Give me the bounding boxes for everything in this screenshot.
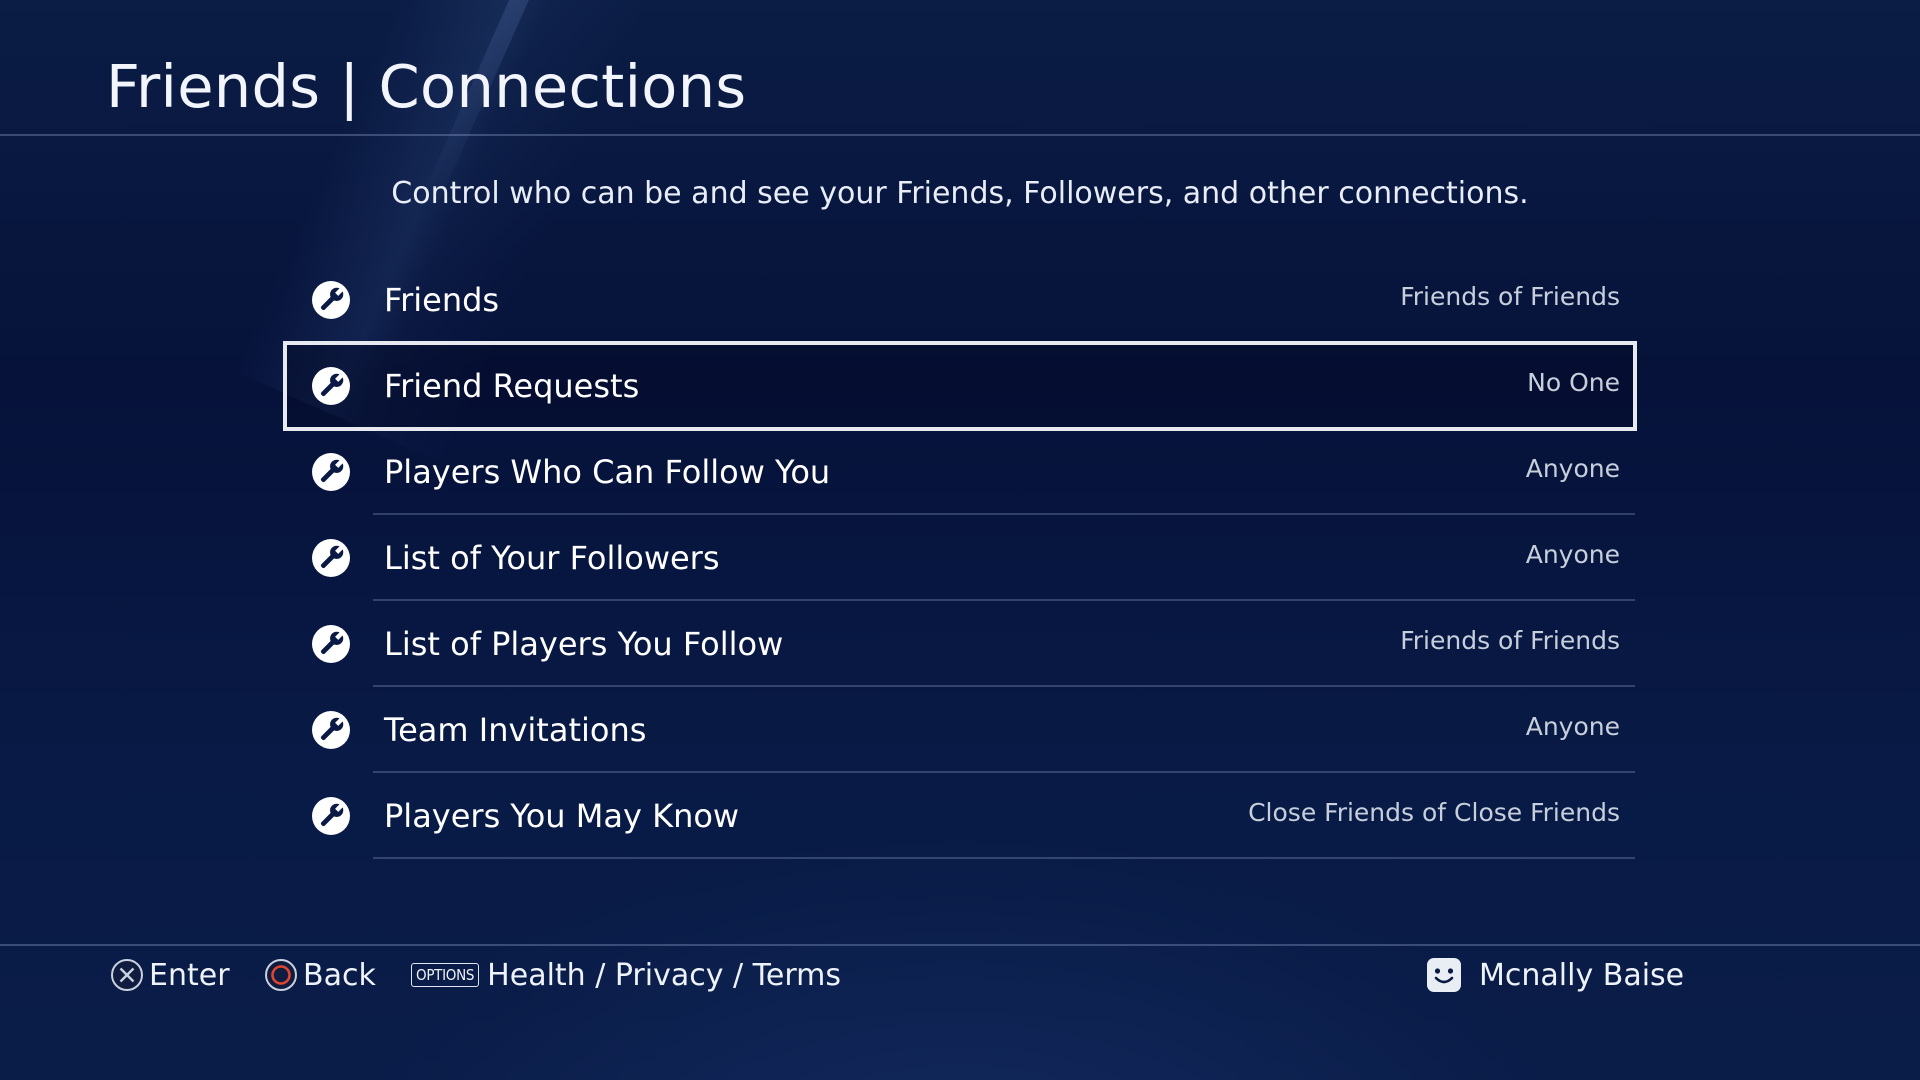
wrench-icon (312, 625, 350, 663)
setting-label: Team Invitations (384, 711, 647, 749)
setting-label: Players You May Know (384, 797, 740, 835)
row-divider (373, 857, 1635, 859)
enter-label: Enter (149, 957, 230, 993)
enter-button-hint[interactable]: Enter (110, 950, 230, 1000)
current-user: Mcnally Baise (1426, 950, 1684, 1000)
setting-value: Close Friends of Close Friends (1248, 798, 1620, 827)
setting-label: Friend Requests (384, 367, 640, 405)
wrench-icon (312, 797, 350, 835)
setting-value: Anyone (1525, 454, 1620, 483)
footer-divider (0, 944, 1920, 946)
setting-value: Friends of Friends (1400, 626, 1620, 655)
user-name: Mcnally Baise (1479, 957, 1685, 993)
setting-label: Friends (384, 281, 500, 319)
options-button-hint[interactable]: OPTIONS Health / Privacy / Terms (411, 950, 841, 1000)
wrench-icon (312, 453, 350, 491)
setting-row-players-you-may-know[interactable]: Players You May Know Close Friends of Cl… (285, 773, 1635, 859)
setting-row-friends[interactable]: Friends Friends of Friends (285, 257, 1635, 343)
back-label: Back (303, 957, 376, 993)
title-divider (0, 134, 1920, 136)
setting-row-players-who-can-follow-you[interactable]: Players Who Can Follow You Anyone (285, 429, 1635, 515)
setting-label: List of Your Followers (384, 539, 720, 577)
back-button-hint[interactable]: Back (264, 950, 376, 1000)
setting-value: Friends of Friends (1400, 282, 1620, 311)
setting-row-list-of-your-followers[interactable]: List of Your Followers Anyone (285, 515, 1635, 601)
page-title: Friends | Connections (106, 52, 747, 121)
setting-label: List of Players You Follow (384, 625, 784, 663)
setting-row-team-invitations[interactable]: Team Invitations Anyone (285, 687, 1635, 773)
setting-label: Players Who Can Follow You (384, 453, 831, 491)
wrench-icon (312, 367, 350, 405)
settings-list: Friends Friends of Friends Friend Reques… (283, 257, 1637, 859)
page-description: Control who can be and see your Friends,… (391, 176, 1529, 211)
options-button-icon: OPTIONS (411, 963, 480, 987)
setting-value: Anyone (1525, 540, 1620, 569)
cross-button-icon (111, 959, 143, 991)
user-avatar-icon (1427, 958, 1461, 992)
wrench-icon (312, 711, 350, 749)
circle-button-icon (265, 959, 297, 991)
options-label: Health / Privacy / Terms (487, 957, 842, 993)
setting-row-list-of-players-you-follow[interactable]: List of Players You Follow Friends of Fr… (285, 601, 1635, 687)
wrench-icon (312, 281, 350, 319)
setting-row-friend-requests[interactable]: Friend Requests No One (283, 341, 1637, 431)
wrench-icon (312, 539, 350, 577)
setting-value: Anyone (1525, 712, 1620, 741)
setting-value: No One (1527, 368, 1620, 397)
